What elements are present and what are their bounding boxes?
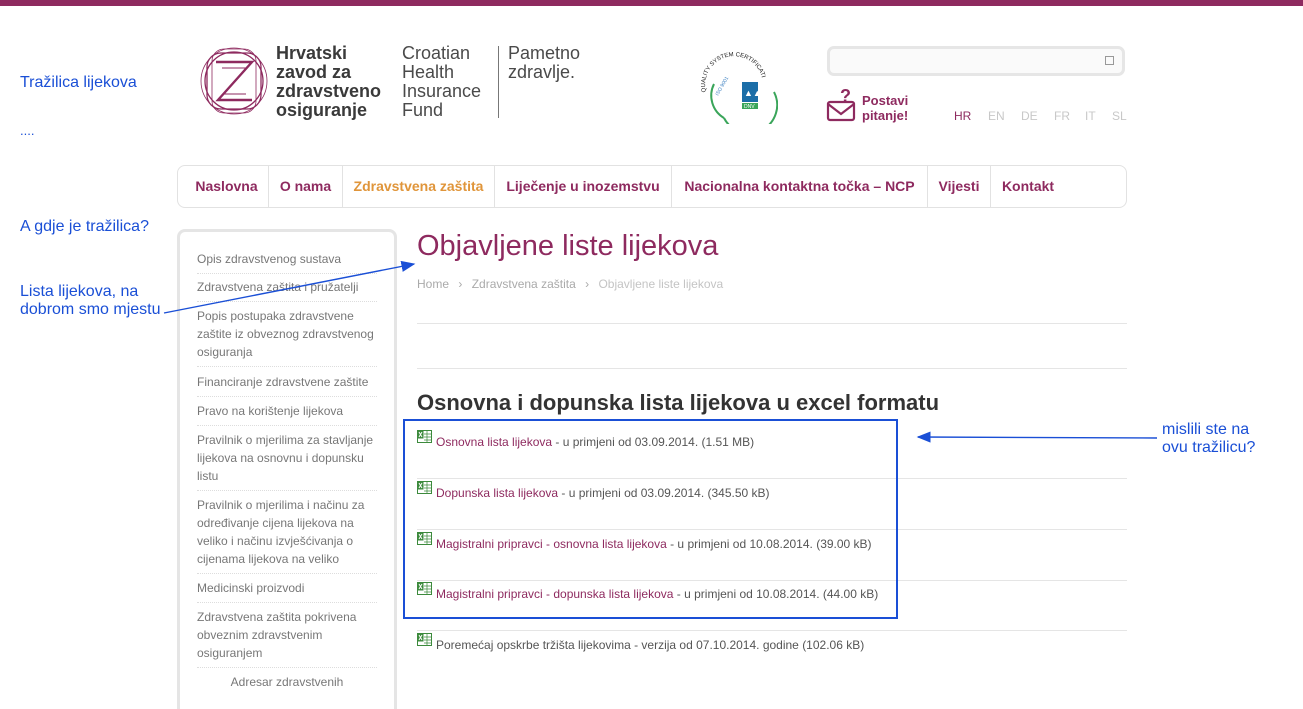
sidebar-item-opis[interactable]: Opis zdravstvenog sustava: [197, 250, 377, 274]
breadcrumb-separator: ›: [585, 277, 590, 291]
ask-question-label: Postavi pitanje!: [862, 93, 909, 123]
search-submit-icon[interactable]: [1105, 56, 1114, 65]
logo-divider: [498, 46, 499, 118]
lang-de[interactable]: DE: [1021, 109, 1038, 123]
sidebar-item-adresar[interactable]: Adresar zdravstvenih: [197, 673, 377, 696]
nav-vijesti[interactable]: Vijesti: [928, 166, 991, 207]
logo-text-hr: Hrvatski zavod za zdravstveno osiguranje: [276, 43, 382, 120]
sidebar-item-popis-postupaka[interactable]: Popis postupaka zdravstvene zaštite iz o…: [197, 307, 377, 367]
annotation-search-label: Tražilica lijekova: [20, 74, 137, 91]
breadcrumb: Home › Zdravstvena zaštita › Objavljene …: [417, 277, 723, 291]
nav-zdravstvena-zastita[interactable]: Zdravstvena zaštita: [343, 166, 495, 207]
annotation-meant-line2: ovu tražilicu?: [1162, 439, 1256, 456]
ask-question-link[interactable]: ? Postavi pitanje!: [826, 87, 926, 125]
logo-text-en: Croatian Health Insurance Fund: [402, 43, 482, 120]
file-row-text[interactable]: Poremećaj opskrbe tržišta lijekovima - v…: [436, 638, 864, 652]
annotation-highlight-box: [403, 419, 898, 619]
sidebar-item-financiranje[interactable]: Financiranje zdravstvene zaštite: [197, 373, 377, 397]
nav-ncp[interactable]: Nacionalna kontaktna točka – NCP: [672, 166, 928, 207]
sidebar-menu: Opis zdravstvenog sustava Zdravstvena za…: [177, 229, 397, 709]
svg-text:ISO 9001: ISO 9001: [715, 76, 731, 97]
divider: [417, 323, 1127, 324]
search-input[interactable]: [836, 50, 1100, 74]
breadcrumb-home[interactable]: Home: [417, 277, 449, 291]
excel-file-icon: [417, 633, 432, 646]
lang-en[interactable]: EN: [988, 109, 1005, 123]
envelope-question-icon: ?: [826, 87, 856, 122]
quality-certification-icon: QUALITY SYSTEM CERTIFICATION ISO 9001 ▲▲…: [694, 52, 778, 124]
top-accent-bar: [0, 0, 1303, 6]
file-row: Poremećaj opskrbe tržišta lijekovima - v…: [417, 631, 1127, 682]
search-box[interactable]: [827, 46, 1125, 76]
sidebar-item-pravo-lijekova[interactable]: Pravo na korištenje lijekova: [197, 402, 377, 426]
nav-naslovna[interactable]: Naslovna: [185, 166, 269, 207]
nav-kontakt[interactable]: Kontakt: [991, 166, 1065, 207]
section-title: Osnovna i dopunska lista lijekova u exce…: [417, 390, 940, 415]
annotation-list-line2: dobrom smo mjestu: [20, 301, 161, 318]
hzzo-logo-icon[interactable]: [198, 44, 270, 118]
nav-o-nama[interactable]: O nama: [269, 166, 343, 207]
lang-it[interactable]: IT: [1085, 109, 1096, 123]
logo-slogan: Pametno zdravlje.: [508, 43, 581, 82]
divider: [417, 368, 1127, 369]
main-navigation: Naslovna O nama Zdravstvena zaštita Lije…: [177, 165, 1127, 208]
annotation-list-line1: Lista lijekova, na: [20, 283, 139, 300]
breadcrumb-zdravstvena-zastita[interactable]: Zdravstvena zaštita: [472, 277, 576, 291]
page-title: Objavljene liste lijekova: [417, 230, 719, 262]
sidebar-item-zastita-pruzatelji[interactable]: Zdravstvena zaštita i pružatelji: [197, 278, 377, 302]
breadcrumb-current: Objavljene liste lijekova: [598, 277, 724, 291]
lang-sl[interactable]: SL: [1112, 109, 1127, 123]
sidebar-item-pravilnik-cijene[interactable]: Pravilnik o mjerilima i načinu za određi…: [197, 496, 377, 574]
annotation-list-note: Lista lijekova, na dobrom smo mjestu: [20, 283, 161, 319]
svg-text:DNV: DNV: [744, 104, 755, 110]
annotation-meant-line1: mislili ste na: [1162, 421, 1250, 438]
breadcrumb-separator: ›: [458, 277, 463, 291]
annotation-where-search: A gdje je tražilica?: [20, 218, 149, 235]
svg-text:▲▲: ▲▲: [744, 88, 762, 98]
sidebar-item-pravilnik-stavljanje[interactable]: Pravilnik o mjerilima za stavljanje lije…: [197, 431, 377, 491]
svg-text:?: ?: [840, 87, 851, 106]
nav-lijecenje-u-inozemstvu[interactable]: Liječenje u inozemstvu: [495, 166, 672, 207]
annotation-meant-note: mislili ste na ovu tražilicu?: [1162, 421, 1255, 457]
lang-hr[interactable]: HR: [954, 109, 971, 123]
annotation-dots: ....: [20, 123, 35, 138]
lang-fr[interactable]: FR: [1054, 109, 1070, 123]
sidebar-item-zastita-pokrivena[interactable]: Zdravstvena zaštita pokrivena obveznim z…: [197, 608, 377, 668]
sidebar-item-medicinski-proizvodi[interactable]: Medicinski proizvodi: [197, 579, 377, 603]
